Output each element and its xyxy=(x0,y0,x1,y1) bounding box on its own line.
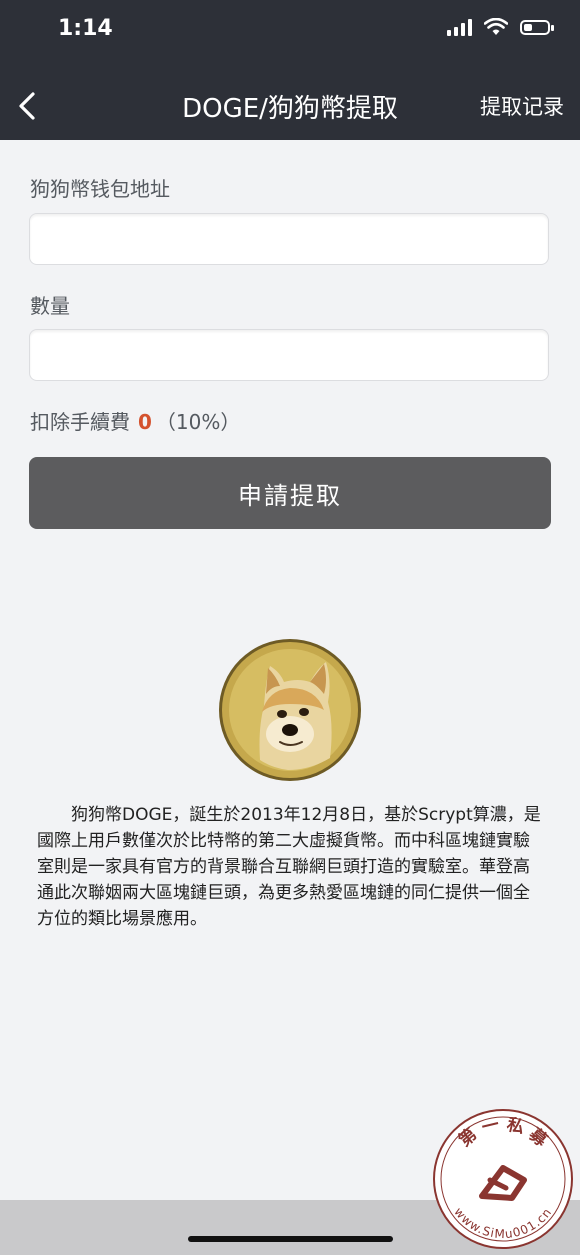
amount-input[interactable] xyxy=(29,329,549,381)
fee-value: 0 xyxy=(138,410,152,434)
home-indicator xyxy=(188,1236,393,1242)
wifi-icon xyxy=(484,18,508,35)
withdraw-history-link[interactable]: 提取记录 xyxy=(480,91,564,121)
amount-label: 數量 xyxy=(30,294,70,318)
wallet-address-input[interactable] xyxy=(29,213,549,265)
fee-rate: （10%） xyxy=(155,410,241,434)
wallet-address-label: 狗狗幣钱包地址 xyxy=(30,177,170,201)
dogecoin-logo-icon xyxy=(219,639,361,781)
app-header: 1:14 DOGE/狗狗幣提取 提取记录 xyxy=(0,0,580,140)
fee-label: 扣除手續費 xyxy=(30,410,130,434)
watermark-seal: 第 一 私 募 www.SiMu001.cn xyxy=(433,1109,573,1249)
battery-icon xyxy=(520,19,554,35)
submit-withdraw-button[interactable]: 申請提取 xyxy=(29,457,551,529)
fee-line: 扣除手續費 0 （10%） xyxy=(30,406,240,435)
doge-description: 狗狗幣DOGE，誕生於2013年12月8日，基於Scrypt算濃，是國際上用戶數… xyxy=(37,805,541,929)
status-icons xyxy=(447,18,554,36)
status-time: 1:14 xyxy=(58,16,113,41)
cellular-signal-icon xyxy=(447,18,472,36)
